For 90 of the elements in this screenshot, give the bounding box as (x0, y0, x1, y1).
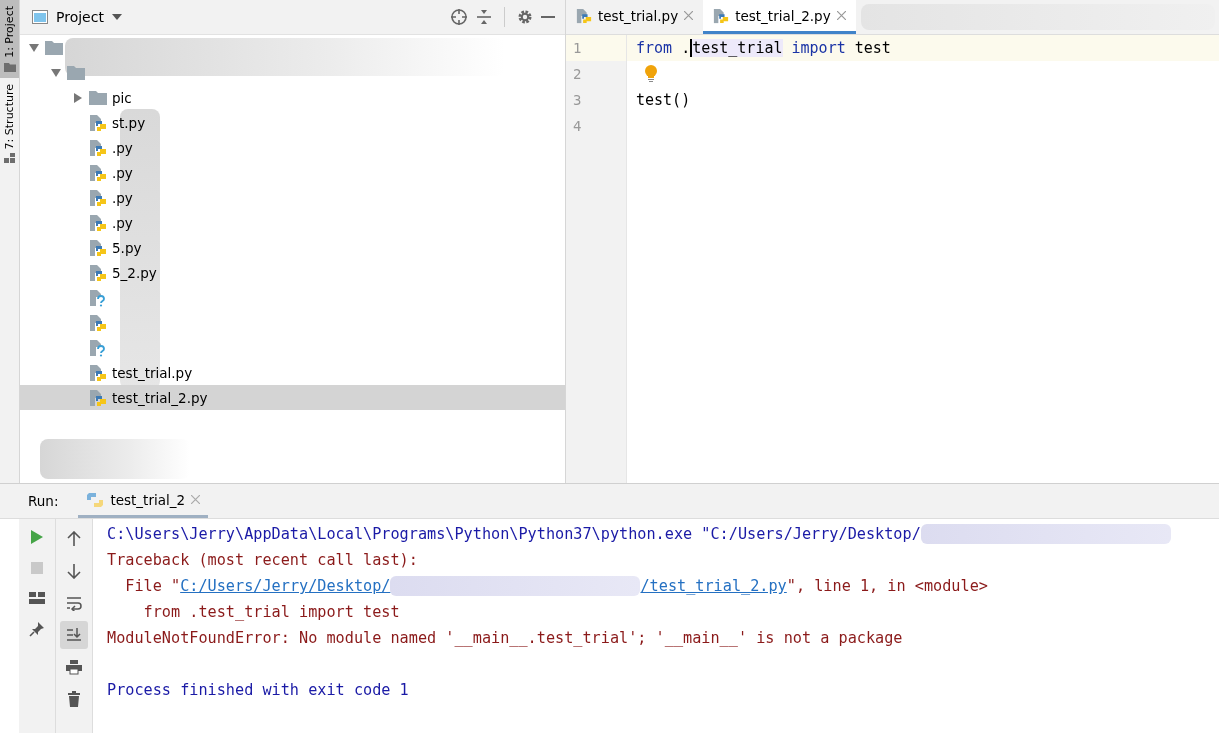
unknown-file-icon (89, 338, 107, 357)
python-file-icon (89, 163, 107, 182)
pin-icon[interactable] (29, 621, 45, 637)
tab-label: test_trial_2.py (735, 7, 831, 24)
file-link[interactable]: /test_trial_2.py (640, 577, 787, 595)
folder-icon (3, 61, 16, 72)
python-file-icon (89, 213, 107, 232)
close-icon[interactable] (684, 11, 694, 20)
structure-icon (3, 153, 16, 164)
folder-icon (45, 40, 63, 55)
code-keyword: import (791, 39, 846, 57)
run-icon[interactable] (30, 529, 44, 545)
editor-tab[interactable]: test_trial.py (566, 0, 704, 34)
layout-icon[interactable] (29, 591, 45, 605)
tab-label: test_trial.py (598, 7, 679, 24)
dropdown-caret-icon[interactable] (111, 14, 122, 20)
python-file-icon (89, 188, 107, 207)
locate-icon[interactable] (450, 8, 468, 26)
tree-row[interactable]: .py (20, 135, 565, 160)
console-text: Traceback (most recent call last): (107, 551, 418, 569)
text-caret (690, 39, 693, 57)
file-name: pic (112, 89, 132, 106)
expanded-arrow-icon[interactable] (51, 67, 61, 78)
folder-icon (67, 65, 85, 80)
line-number: 1 (572, 40, 583, 56)
file-name: .py (112, 139, 133, 156)
python-file-icon (89, 138, 107, 157)
python-file-icon (89, 363, 107, 382)
console-text: from .test_trial import test (142, 603, 400, 621)
python-file-icon (89, 113, 107, 132)
console-text: Process finished with exit code 1 (107, 681, 409, 699)
tool-window-tab[interactable]: 7: Structure (0, 77, 19, 170)
file-name: 5.py (112, 239, 142, 256)
file-link[interactable]: C:/Users/Jerry/Desktop/ (180, 577, 391, 595)
python-icon (86, 491, 105, 508)
scroll-to-end-icon (66, 627, 82, 643)
tree-row[interactable]: 5_2.py (20, 260, 565, 285)
tree-row[interactable]: .py (20, 160, 565, 185)
run-label: Run: (28, 492, 59, 511)
up-arrow-icon (67, 531, 81, 547)
python-file-icon (89, 263, 107, 282)
python-file-icon (713, 7, 730, 24)
panel-title[interactable]: Project (56, 9, 104, 25)
lightbulb-icon[interactable] (644, 65, 658, 83)
folder-icon (89, 90, 107, 105)
code-identifier: test_trial (692, 39, 783, 57)
trash-icon (67, 691, 81, 707)
down-arrow-icon (67, 563, 81, 579)
tree-row[interactable]: pic (20, 85, 565, 110)
settings-icon[interactable] (517, 9, 533, 25)
project-icon (32, 10, 48, 24)
file-name: test_trial_2.py (112, 389, 208, 406)
code-keyword: from (636, 39, 673, 57)
console-text: File " (124, 577, 181, 595)
python-file-icon (89, 313, 107, 332)
file-name: 5_2.py (112, 264, 157, 281)
tree-row[interactable]: test_trial.py (20, 360, 565, 385)
line-number: 3 (572, 92, 583, 108)
line-number: 2 (572, 66, 583, 82)
file-name: st.py (112, 114, 146, 131)
console-text: ", line 1, in <module> (786, 577, 988, 595)
console-text: C:\Users\Jerry\AppData\Local\Programs\Python\Python37\python.exe "C:/Users/Jerry/Desktop/ (107, 525, 921, 543)
expanded-arrow-icon[interactable] (29, 42, 39, 53)
collapsed-arrow-icon[interactable] (73, 92, 83, 103)
print-icon (66, 659, 82, 675)
python-file-icon (89, 238, 107, 257)
file-name: .py (112, 164, 133, 181)
line-number: 4 (572, 118, 583, 134)
tool-window-tab[interactable]: 1: Project (0, 0, 19, 78)
file-name: test_trial.py (112, 364, 193, 381)
run-tab[interactable]: test_trial_2 (78, 484, 209, 518)
tree-row[interactable]: .py (20, 210, 565, 235)
python-file-icon (89, 388, 107, 407)
code-text: test (853, 39, 891, 57)
code-text: . (680, 39, 691, 57)
editor-tab[interactable]: test_trial_2.py (703, 0, 856, 34)
file-name: .py (112, 214, 133, 231)
unknown-file-icon (89, 288, 107, 307)
scroll-end-button[interactable] (60, 621, 88, 649)
console-text: ModuleNotFoundError: No module named '__main__.test_trial'; '__main__' is not a package (107, 629, 903, 647)
file-name: .py (112, 189, 133, 206)
close-icon[interactable] (836, 11, 846, 20)
tree-row[interactable]: .py (20, 185, 565, 210)
tree-row[interactable]: test_trial_2.py (20, 385, 565, 410)
wrap-icon (66, 595, 82, 611)
python-file-icon (576, 7, 592, 24)
code-text: test() (636, 91, 691, 109)
tree-row[interactable]: 5.py (20, 235, 565, 260)
tree-row[interactable]: st.py (20, 110, 565, 135)
collapse-all-icon[interactable] (476, 8, 492, 26)
